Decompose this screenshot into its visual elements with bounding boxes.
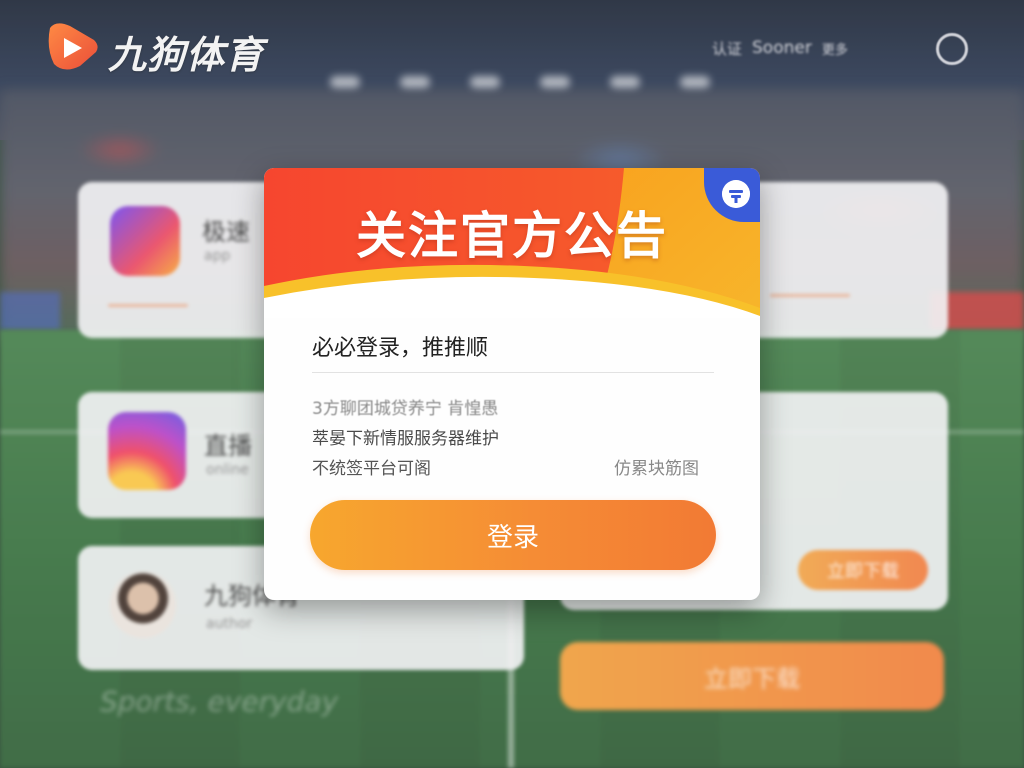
modal-body: 必必登录，推推顺 3方聊团城贷养宁 肯惶愚 萃晏下新情服服务器维护 不统签平台可…: [264, 318, 760, 600]
modal-title: 关注官方公告: [356, 207, 668, 265]
divider: [312, 372, 714, 373]
announcement-modal: 关注官方公告 必必登录，推推顺 3方聊团城贷养宁 肯惶愚 萃晏下新情服服务器维护…: [264, 168, 760, 600]
announcement-headline: 必必登录，推推顺: [312, 336, 489, 361]
login-button[interactable]: 登录: [310, 500, 716, 570]
notice-line: 3方聊团城贷养宁 肯惶愚: [312, 399, 499, 419]
details-link[interactable]: 仿累块筋图: [614, 454, 699, 479]
megaphone-icon[interactable]: [722, 180, 750, 208]
notice-line: 不统签平台可阁: [312, 459, 431, 479]
notice-line: 萃晏下新情服服务器维护: [312, 429, 499, 449]
